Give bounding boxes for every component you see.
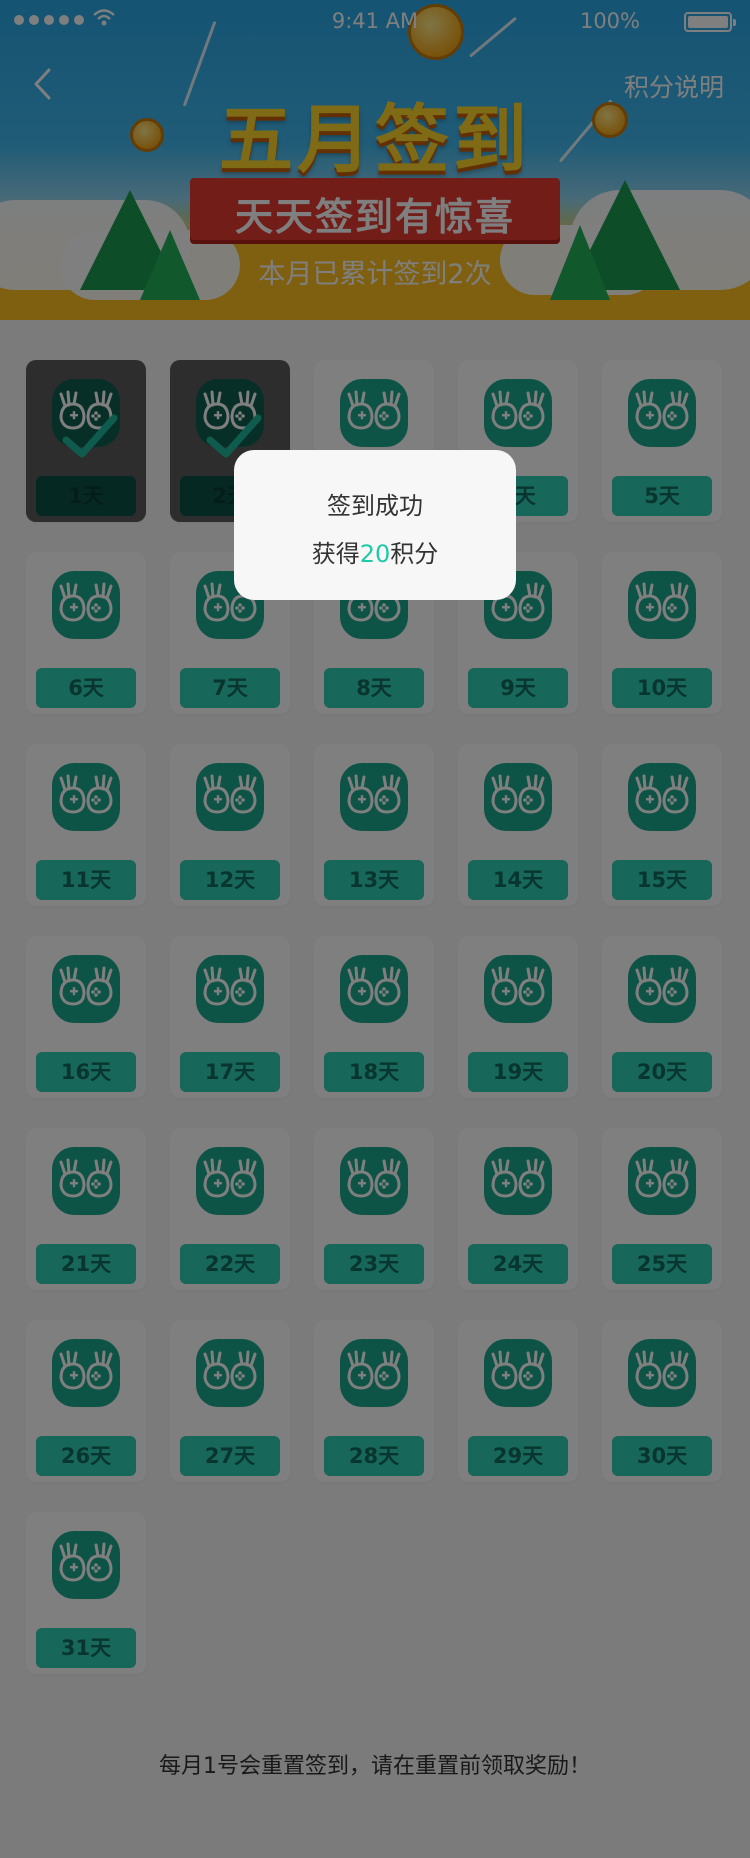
reward-points: 20 [359,540,391,568]
reward-suffix: 积分 [390,540,439,568]
dialog-title: 签到成功 [327,492,423,520]
modal-overlay[interactable] [0,0,750,1858]
dialog-reward-text: 获得20积分 [234,534,516,569]
checkin-success-dialog: 签到成功 获得20积分 [234,450,516,600]
reward-prefix: 获得 [311,540,360,568]
